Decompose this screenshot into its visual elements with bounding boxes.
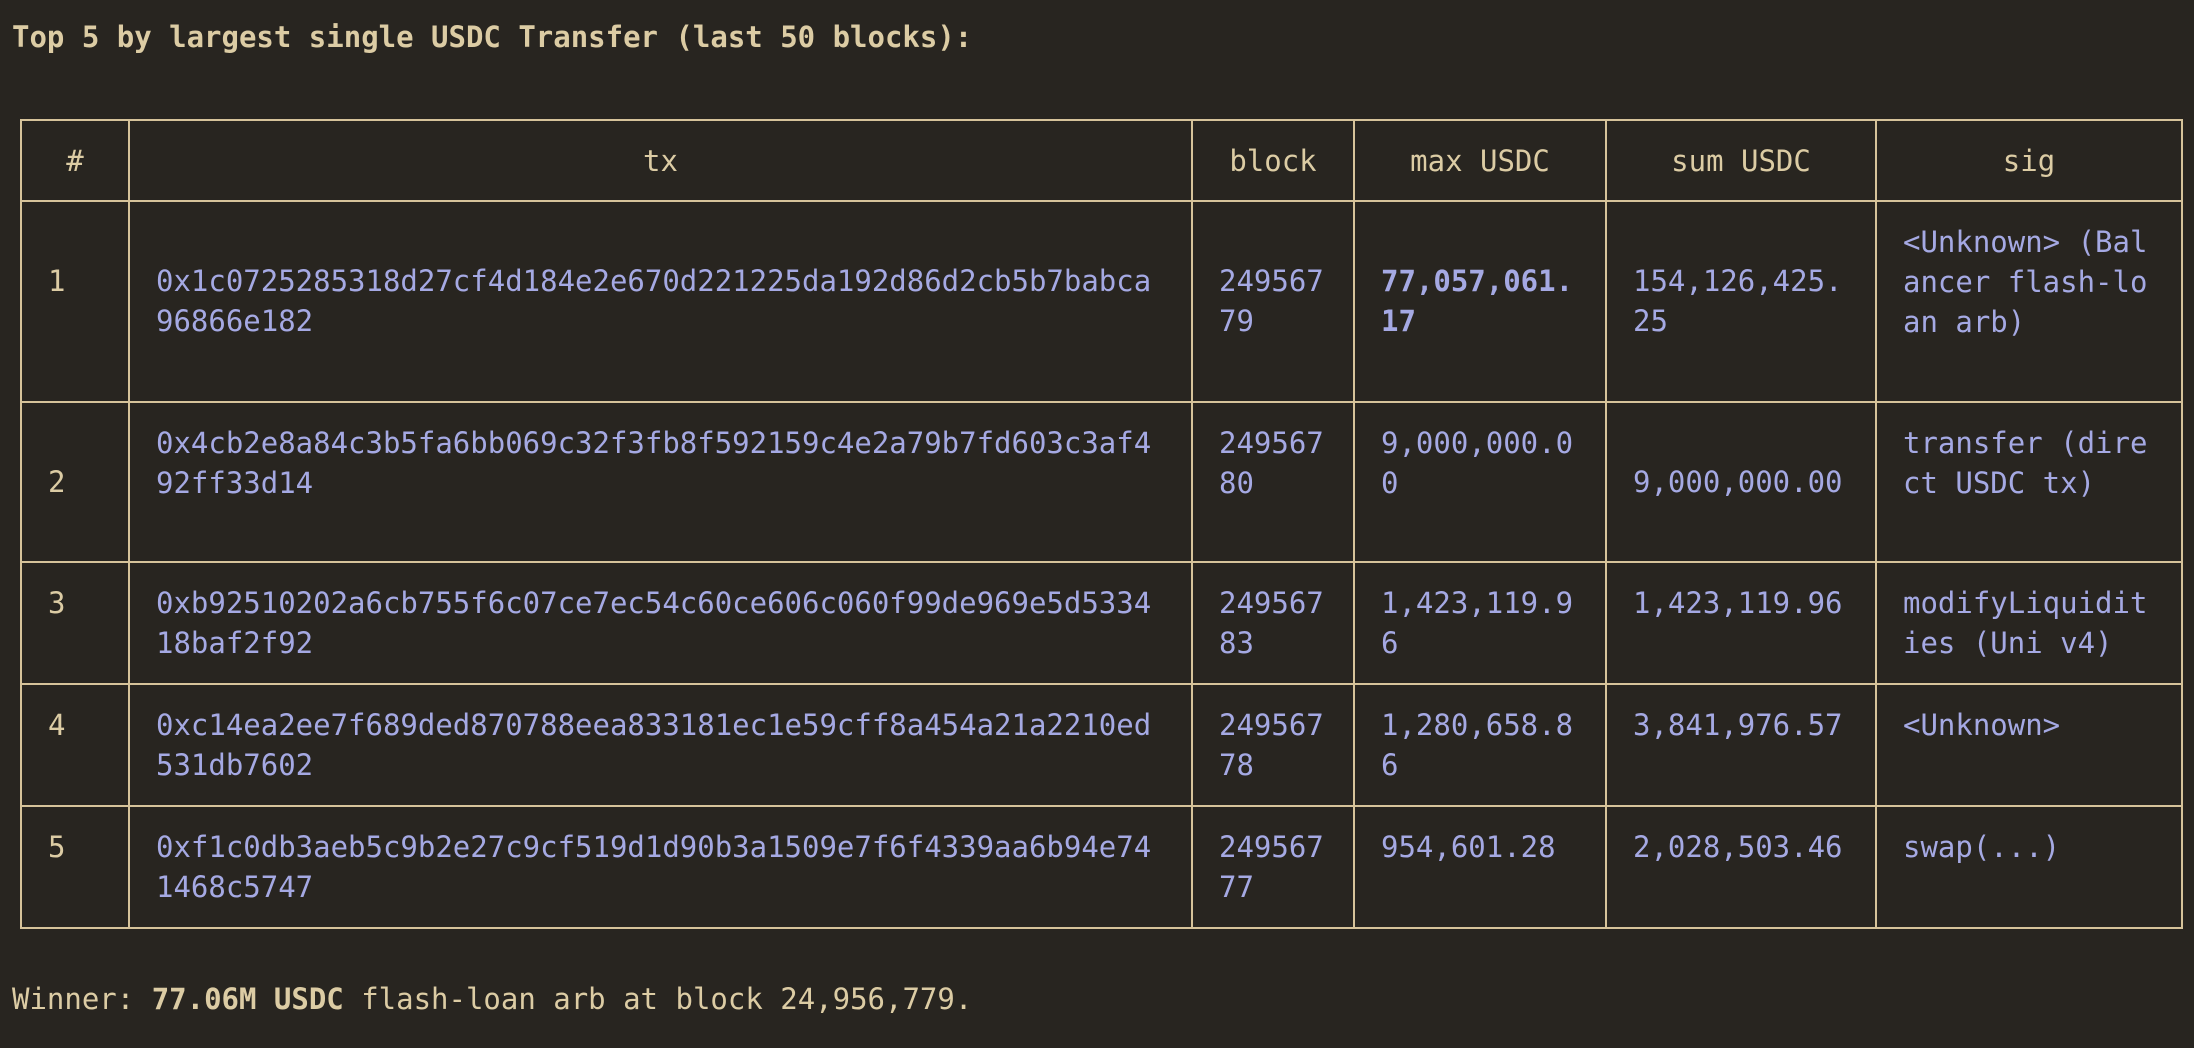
- page-title: Top 5 by largest single USDC Transfer (l…: [12, 20, 973, 54]
- table-row: 3 0xb92510202a6cb755f6c07ce7ec54c60ce606…: [20, 561, 2183, 685]
- row-max-usdc: 9,000,000.00: [1353, 401, 1607, 563]
- column-header-block: block: [1191, 119, 1355, 202]
- row-sum-usdc: 2,028,503.46: [1605, 805, 1877, 929]
- row-tx-hash[interactable]: 0x4cb2e8a84c3b5fa6bb069c32f3fb8f592159c4…: [128, 401, 1193, 563]
- table-row: 4 0xc14ea2ee7f689ded870788eea833181ec1e5…: [20, 683, 2183, 807]
- row-block[interactable]: 24956778: [1191, 683, 1355, 807]
- row-rank: 3: [20, 561, 130, 685]
- row-sum-usdc: 1,423,119.96: [1605, 561, 1877, 685]
- row-sig: <Unknown> (Balancer flash-loan arb): [1875, 200, 2183, 403]
- column-header-max-usdc: max USDC: [1353, 119, 1607, 202]
- row-max-usdc: 954,601.28: [1353, 805, 1607, 929]
- row-tx-hash[interactable]: 0xc14ea2ee7f689ded870788eea833181ec1e59c…: [128, 683, 1193, 807]
- column-header-rank: #: [20, 119, 130, 202]
- table-row: 1 0x1c0725285318d27cf4d184e2e670d221225d…: [20, 200, 2183, 403]
- column-header-tx: tx: [128, 119, 1193, 202]
- transfers-table: # tx block max USDC sum USDC sig 1 0x1c0…: [20, 119, 2183, 929]
- column-header-sig: sig: [1875, 119, 2183, 202]
- column-header-sum-usdc: sum USDC: [1605, 119, 1877, 202]
- row-rank: 4: [20, 683, 130, 807]
- row-rank: 1: [20, 200, 130, 403]
- table-row: 2 0x4cb2e8a84c3b5fa6bb069c32f3fb8f592159…: [20, 401, 2183, 563]
- row-rank: 2: [20, 401, 130, 563]
- winner-prefix: Winner:: [12, 982, 152, 1016]
- row-sig: modifyLiquidities (Uni v4): [1875, 561, 2183, 685]
- row-block[interactable]: 24956779: [1191, 200, 1355, 403]
- row-sum-usdc: 3,841,976.57: [1605, 683, 1877, 807]
- row-tx-hash[interactable]: 0xf1c0db3aeb5c9b2e27c9cf519d1d90b3a1509e…: [128, 805, 1193, 929]
- row-sum-usdc: 9,000,000.00: [1605, 401, 1877, 563]
- row-block[interactable]: 24956777: [1191, 805, 1355, 929]
- row-block[interactable]: 24956780: [1191, 401, 1355, 563]
- row-tx-hash[interactable]: 0x1c0725285318d27cf4d184e2e670d221225da1…: [128, 200, 1193, 403]
- row-block[interactable]: 24956783: [1191, 561, 1355, 685]
- table-header-row: # tx block max USDC sum USDC sig: [20, 119, 2183, 202]
- row-sig: <Unknown>: [1875, 683, 2183, 807]
- row-sig: swap(...): [1875, 805, 2183, 929]
- row-max-usdc: 1,280,658.86: [1353, 683, 1607, 807]
- winner-amount: 77.06M USDC: [151, 982, 344, 1016]
- winner-summary: Winner: 77.06M USDC flash-loan arb at bl…: [12, 982, 972, 1016]
- row-max-usdc: 77,057,061.17: [1353, 200, 1607, 403]
- row-sig: transfer (direct USDC tx): [1875, 401, 2183, 563]
- row-max-usdc: 1,423,119.96: [1353, 561, 1607, 685]
- row-tx-hash[interactable]: 0xb92510202a6cb755f6c07ce7ec54c60ce606c0…: [128, 561, 1193, 685]
- table-row: 5 0xf1c0db3aeb5c9b2e27c9cf519d1d90b3a150…: [20, 805, 2183, 929]
- row-sum-usdc: 154,126,425.25: [1605, 200, 1877, 403]
- row-rank: 5: [20, 805, 130, 929]
- winner-suffix: flash-loan arb at block 24,956,779.: [343, 982, 973, 1016]
